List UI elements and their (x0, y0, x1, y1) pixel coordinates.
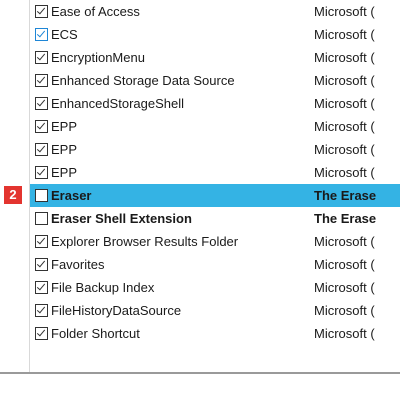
item-company: The Erase (314, 188, 377, 203)
item-company: Microsoft ( (314, 234, 375, 249)
list-item[interactable]: EPP Microsoft ( (30, 115, 400, 138)
item-name: File Backup Index (51, 280, 155, 295)
item-name: EPP (51, 142, 78, 157)
list-item[interactable]: EPP Microsoft ( (30, 138, 400, 161)
list-item[interactable]: Enhanced Storage Data Source Microsoft ( (30, 69, 400, 92)
list-item[interactable]: ECS Microsoft ( (30, 23, 400, 46)
list-item[interactable]: FileHistoryDataSource Microsoft ( (30, 299, 400, 322)
list-item[interactable]: Eraser Shell Extension The Erase (30, 207, 400, 230)
list-item[interactable]: Favorites Microsoft ( (30, 253, 400, 276)
shell-extension-list: Ease of Access Microsoft (ECS Microsoft (E… (30, 0, 400, 372)
item-checkbox[interactable] (35, 51, 48, 64)
list-item[interactable]: Ease of Access Microsoft ( (30, 0, 400, 23)
item-company: Microsoft ( (314, 50, 375, 65)
item-name: EncryptionMenu (51, 50, 145, 65)
item-name: Folder Shortcut (51, 326, 140, 341)
item-checkbox[interactable] (35, 327, 48, 340)
item-checkbox[interactable] (35, 189, 48, 202)
item-checkbox[interactable] (35, 212, 48, 225)
item-checkbox[interactable] (35, 166, 48, 179)
item-checkbox[interactable] (35, 5, 48, 18)
item-company: Microsoft ( (314, 4, 375, 19)
item-company: Microsoft ( (314, 280, 375, 295)
list-item[interactable]: EncryptionMenu Microsoft ( (30, 46, 400, 69)
item-name: Ease of Access (51, 4, 140, 19)
step-badge: 2 (4, 186, 22, 204)
item-name: Eraser (51, 188, 92, 203)
item-name: FileHistoryDataSource (51, 303, 182, 318)
item-name: Explorer Browser Results Folder (51, 234, 239, 249)
item-company: Microsoft ( (314, 27, 375, 42)
list-item[interactable]: Folder Shortcut Microsoft ( (30, 322, 400, 345)
item-company: Microsoft ( (314, 257, 375, 272)
item-company: Microsoft ( (314, 165, 375, 180)
item-name: EnhancedStorageShell (51, 96, 184, 111)
item-checkbox[interactable] (35, 304, 48, 317)
list-item[interactable]: Explorer Browser Results Folder Microsoft… (30, 230, 400, 253)
item-name: EPP (51, 119, 78, 134)
bottom-area (0, 374, 400, 404)
item-company: Microsoft ( (314, 326, 375, 341)
item-name: EPP (51, 165, 78, 180)
item-name: Eraser Shell Extension (51, 211, 192, 226)
item-checkbox[interactable] (35, 74, 48, 87)
item-company: Microsoft ( (314, 303, 375, 318)
item-checkbox[interactable] (35, 97, 48, 110)
list-item[interactable]: EPP Microsoft ( (30, 161, 400, 184)
item-company: Microsoft ( (314, 142, 375, 157)
item-checkbox[interactable] (35, 281, 48, 294)
list-item[interactable]: File Backup Index Microsoft ( (30, 276, 400, 299)
item-checkbox[interactable] (35, 258, 48, 271)
item-name: Enhanced Storage Data Source (51, 73, 235, 88)
item-checkbox[interactable] (35, 28, 48, 41)
item-name: Favorites (51, 257, 105, 272)
item-company: Microsoft ( (314, 73, 375, 88)
item-company: The Erase (314, 211, 377, 226)
item-name: ECS (51, 27, 78, 42)
item-checkbox[interactable] (35, 235, 48, 248)
item-checkbox[interactable] (35, 120, 48, 133)
list-item[interactable]: Eraser The Erase (30, 184, 400, 207)
item-company: Microsoft ( (314, 119, 375, 134)
item-checkbox[interactable] (35, 143, 48, 156)
list-item[interactable]: EnhancedStorageShell Microsoft ( (30, 92, 400, 115)
item-company: Microsoft ( (314, 96, 375, 111)
